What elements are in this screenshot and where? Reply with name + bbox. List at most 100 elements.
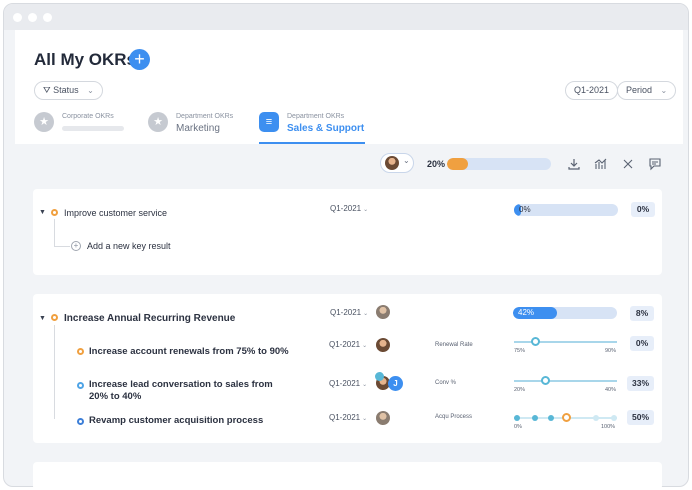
okr-card: ▼ Improve customer service Q1-2021 ⌄ 0% 0…: [33, 189, 662, 275]
key-result-percent: 0%: [630, 336, 654, 351]
metric-slider-knob[interactable]: [561, 413, 571, 422]
milestone-dot: [532, 415, 538, 421]
milestone-dot: [514, 415, 520, 421]
add-okr-button[interactable]: +: [129, 49, 150, 70]
tab-label: Marketing: [176, 123, 220, 134]
tab-placeholder-bar: [62, 126, 124, 131]
status-dot-icon: [51, 209, 58, 216]
metric-max-label: 100%: [601, 424, 616, 430]
filter-icon: ⛛: [43, 85, 51, 95]
period-label: Q1-2021: [329, 340, 361, 349]
milestone-dot: [548, 415, 554, 421]
window-control-minimize[interactable]: [28, 13, 37, 22]
objective-progress-bar: 42%: [513, 307, 617, 319]
status-dot-icon: [77, 382, 84, 389]
active-tab-indicator: [259, 142, 365, 144]
chart-icon[interactable]: [594, 157, 608, 171]
add-circle-icon[interactable]: +: [71, 241, 81, 251]
key-result-period[interactable]: Q1-2021 ⌄: [329, 379, 367, 388]
tree-connector: [54, 219, 55, 246]
metric-label: Acqu Process: [435, 414, 473, 420]
metric-min-label: 20%: [514, 387, 526, 393]
caret-down-icon[interactable]: ▼: [39, 315, 46, 322]
period-value-chip[interactable]: Q1-2021: [565, 81, 619, 100]
period-label: Q1-2021: [329, 379, 361, 388]
chevron-down-icon: ⌄: [403, 156, 410, 165]
okr-card: ▼ Increase Annual Recurring Revenue Q1-2…: [33, 294, 662, 443]
window-control-close[interactable]: [13, 13, 22, 22]
avatar[interactable]: [376, 411, 390, 425]
chevron-down-icon: ⌄: [87, 86, 94, 95]
period-select[interactable]: Period ⌄: [617, 81, 677, 100]
metric-slider-knob[interactable]: [530, 337, 540, 346]
objective-period[interactable]: Q1-2021 ⌄: [330, 204, 368, 213]
metric-slider-track[interactable]: [514, 341, 617, 343]
status-dot-icon: [77, 348, 84, 355]
metric-min-label: 0%: [514, 424, 522, 430]
owner-filter-dropdown[interactable]: ⌄: [380, 153, 414, 173]
metric-label: Conv %: [435, 380, 457, 386]
download-icon[interactable]: [567, 157, 581, 171]
period-label: Q1-2021: [330, 204, 362, 213]
page-title: All My OKRs: [34, 50, 137, 69]
window-titlebar: [4, 4, 688, 30]
period-label: Q1-2021: [329, 413, 361, 422]
check-badge-icon: [375, 372, 384, 381]
tree-connector: [54, 325, 55, 419]
overall-progress-label: 20%: [427, 159, 446, 169]
period-value-label: Q1-2021: [574, 85, 610, 95]
key-result-title[interactable]: Revamp customer acquisition process: [89, 415, 263, 427]
milestone-dot: [593, 415, 599, 421]
overall-progress-bar: [447, 158, 551, 170]
comment-icon[interactable]: [648, 157, 662, 171]
metric-min-label: 75%: [514, 348, 526, 354]
tab-sublabel: Corporate OKRs: [62, 113, 114, 120]
chevron-down-icon: ⌄: [363, 311, 369, 317]
objective-percent: 8%: [630, 306, 654, 321]
tab-label: Sales & Support: [287, 123, 365, 134]
collapse-icon[interactable]: [621, 157, 635, 171]
avatar[interactable]: [376, 305, 390, 319]
metric-label: Renewal Rate: [435, 342, 473, 348]
status-dot-icon: [77, 418, 84, 425]
page-header: All My OKRs + ⛛ Status ⌄ Q1-2021 Period …: [15, 30, 683, 144]
avatar[interactable]: J: [388, 376, 403, 391]
caret-down-icon[interactable]: ▼: [39, 209, 46, 216]
tab-sublabel: Department OKRs: [287, 113, 345, 120]
objective-period[interactable]: Q1-2021 ⌄: [330, 308, 368, 317]
metric-max-label: 90%: [605, 348, 617, 354]
chevron-down-icon: ⌄: [660, 86, 668, 95]
period-select-label: Period: [626, 85, 653, 95]
key-result-period[interactable]: Q1-2021 ⌄: [329, 413, 367, 422]
key-result-title[interactable]: Increase lead conversation to sales from…: [89, 379, 289, 403]
objective-title[interactable]: Increase Annual Recurring Revenue: [64, 313, 235, 324]
key-result-period[interactable]: Q1-2021 ⌄: [329, 340, 367, 349]
objective-progress-bar: 0%: [514, 204, 618, 216]
key-result-percent: 50%: [627, 410, 654, 425]
chevron-down-icon: ⌄: [363, 207, 369, 213]
objective-progress-label: 0%: [519, 205, 531, 214]
star-icon: ★: [34, 112, 54, 132]
chevron-down-icon: ⌄: [362, 343, 368, 349]
metric-slider-track[interactable]: [514, 380, 617, 382]
milestone-dot: [611, 415, 617, 421]
objective-title[interactable]: Improve customer service: [64, 208, 167, 218]
add-key-result-link[interactable]: Add a new key result: [87, 241, 171, 251]
key-result-title[interactable]: Increase account renewals from 75% to 90…: [89, 346, 289, 358]
metric-slider-knob[interactable]: [540, 376, 550, 385]
star-icon: ★: [148, 112, 168, 132]
window-control-maximize[interactable]: [43, 13, 52, 22]
chevron-down-icon: ⌄: [362, 416, 368, 422]
objective-percent: 0%: [631, 202, 655, 217]
overall-progress-fill: [447, 158, 468, 170]
status-filter-label: Status: [53, 85, 79, 95]
objective-progress-label: 42%: [518, 308, 535, 317]
chevron-down-icon: ⌄: [362, 382, 368, 388]
avatar[interactable]: [376, 338, 390, 352]
plus-icon: +: [134, 49, 145, 69]
status-dot-icon: [51, 314, 58, 321]
okr-card: [33, 462, 662, 490]
status-filter[interactable]: ⛛ Status ⌄: [34, 81, 103, 100]
tab-sublabel: Department OKRs: [176, 113, 234, 120]
document-icon: ≡: [259, 112, 279, 132]
